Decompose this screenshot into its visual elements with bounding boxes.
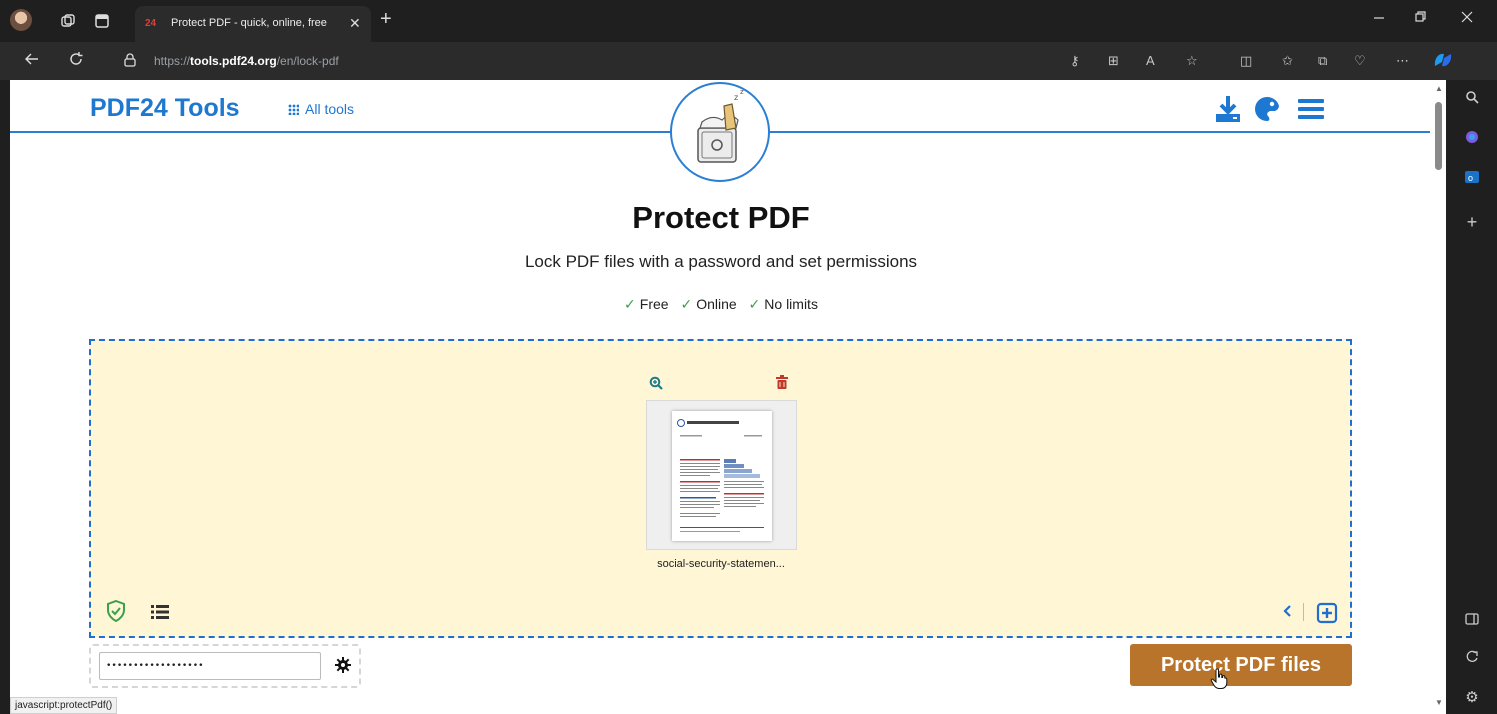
shield-check-icon[interactable] bbox=[106, 599, 126, 627]
page-viewport: PDF24 Tools All tools z z Protect PDF Lo… bbox=[10, 80, 1432, 714]
split-screen-icon[interactable]: ◫ bbox=[1240, 53, 1252, 69]
add-file-icon[interactable] bbox=[1316, 602, 1338, 629]
tab-actions-icon[interactable] bbox=[92, 11, 112, 31]
close-tab-icon[interactable]: ✕ bbox=[349, 15, 361, 32]
app-available-icon[interactable]: ⊞ bbox=[1108, 53, 1119, 69]
sidebar-settings-icon[interactable]: ⚙ bbox=[1462, 688, 1482, 708]
chevron-left-icon[interactable] bbox=[1283, 604, 1293, 622]
pdf-page-preview bbox=[672, 411, 772, 541]
more-menu-icon[interactable]: ⋯ bbox=[1396, 53, 1409, 69]
feature-no-limits: ✓ No limits bbox=[748, 296, 818, 312]
svg-text:o: o bbox=[1468, 173, 1473, 183]
protect-pdf-files-button[interactable]: Protect PDF files bbox=[1130, 644, 1352, 686]
collections-icon[interactable]: ⧉ bbox=[1318, 53, 1327, 69]
download-app-icon[interactable] bbox=[1213, 94, 1243, 129]
hand-cursor-icon bbox=[1210, 668, 1228, 695]
key-icon[interactable]: ⚷ bbox=[1070, 53, 1080, 69]
feature-list: ✓ Free ✓ Online ✓ No limits bbox=[10, 296, 1432, 313]
gear-icon[interactable] bbox=[335, 657, 351, 678]
profile-avatar[interactable] bbox=[10, 9, 32, 31]
lock-icon[interactable] bbox=[124, 53, 136, 67]
url-field[interactable]: https://tools.pdf24.org/en/lock-pdf bbox=[112, 47, 1212, 75]
theme-palette-icon[interactable] bbox=[1252, 94, 1282, 129]
page-title: Protect PDF bbox=[632, 200, 810, 235]
file-thumbnail[interactable] bbox=[646, 400, 797, 550]
favorite-star-icon[interactable]: ☆ bbox=[1186, 53, 1198, 69]
all-tools-label: All tools bbox=[305, 101, 355, 117]
check-icon: ✓ bbox=[680, 296, 693, 312]
check-icon: ✓ bbox=[748, 296, 761, 312]
tab-title: Protect PDF - quick, online, free bbox=[171, 17, 327, 29]
url-text: https://tools.pdf24.org/en/lock-pdf bbox=[154, 54, 339, 68]
sidebar-toggle-icon[interactable] bbox=[1462, 612, 1482, 632]
edge-sidebar: o + ⚙ bbox=[1448, 80, 1497, 714]
toolbar-divider bbox=[1303, 603, 1304, 621]
hamburger-menu-icon[interactable] bbox=[1296, 94, 1326, 129]
search-icon[interactable] bbox=[1462, 90, 1482, 110]
scroll-up-arrow-icon[interactable]: ▲ bbox=[1435, 84, 1443, 93]
password-panel bbox=[89, 644, 361, 688]
back-arrow-icon[interactable] bbox=[24, 51, 40, 72]
workspaces-icon[interactable] bbox=[58, 11, 78, 31]
tab-protect-pdf[interactable]: 24 Protect PDF - quick, online, free ✕ bbox=[135, 6, 371, 42]
add-sidebar-app-icon[interactable]: + bbox=[1462, 212, 1482, 232]
feature-free: ✓ Free bbox=[624, 296, 669, 312]
list-view-icon[interactable] bbox=[151, 605, 169, 624]
grid-icon bbox=[288, 103, 299, 115]
copilot-sidebar-icon[interactable] bbox=[1462, 130, 1482, 150]
browser-essentials-icon[interactable]: ♡ bbox=[1354, 53, 1366, 69]
all-tools-link[interactable]: All tools bbox=[288, 101, 354, 117]
browser-tab-bar: 24 Protect PDF - quick, online, free ✕ + bbox=[0, 0, 1497, 42]
new-tab-button[interactable]: + bbox=[380, 8, 392, 31]
file-dropzone[interactable]: social-security-statemen... bbox=[89, 339, 1352, 638]
read-aloud-icon[interactable]: A bbox=[1146, 53, 1155, 68]
pdf24-favicon-icon: 24 bbox=[145, 18, 157, 29]
scroll-thumb[interactable] bbox=[1435, 102, 1442, 170]
restore-button[interactable] bbox=[1405, 10, 1435, 26]
feature-online: ✓ Online bbox=[680, 296, 737, 312]
page-scrollbar[interactable]: ▲ ▼ bbox=[1432, 80, 1446, 714]
pdf24-brand-link[interactable]: PDF24 Tools bbox=[90, 94, 240, 123]
file-name-label: social-security-statemen... bbox=[657, 558, 785, 570]
pdf24-mascot-logo[interactable]: z z bbox=[670, 82, 770, 182]
open-external-icon[interactable] bbox=[1462, 650, 1482, 670]
svg-text:z: z bbox=[740, 88, 744, 96]
svg-text:z: z bbox=[734, 93, 738, 102]
page-subtitle: Lock PDF files with a password and set p… bbox=[524, 252, 918, 271]
favorites-icon[interactable]: ✩ bbox=[1282, 53, 1293, 69]
delete-file-icon[interactable] bbox=[776, 375, 788, 392]
refresh-icon[interactable] bbox=[68, 51, 84, 72]
link-status-bar: javascript:protectPdf() bbox=[10, 697, 118, 714]
scroll-down-arrow-icon[interactable]: ▼ bbox=[1435, 698, 1443, 707]
outlook-icon[interactable]: o bbox=[1462, 170, 1482, 190]
zoom-preview-icon[interactable] bbox=[649, 376, 663, 393]
password-input[interactable] bbox=[99, 652, 321, 680]
copilot-icon[interactable] bbox=[1432, 50, 1454, 73]
check-icon: ✓ bbox=[624, 296, 636, 312]
minimize-button[interactable] bbox=[1364, 10, 1394, 26]
address-toolbar: https://tools.pdf24.org/en/lock-pdf ⚷ ⊞ … bbox=[0, 42, 1497, 80]
close-window-button[interactable] bbox=[1452, 10, 1482, 26]
